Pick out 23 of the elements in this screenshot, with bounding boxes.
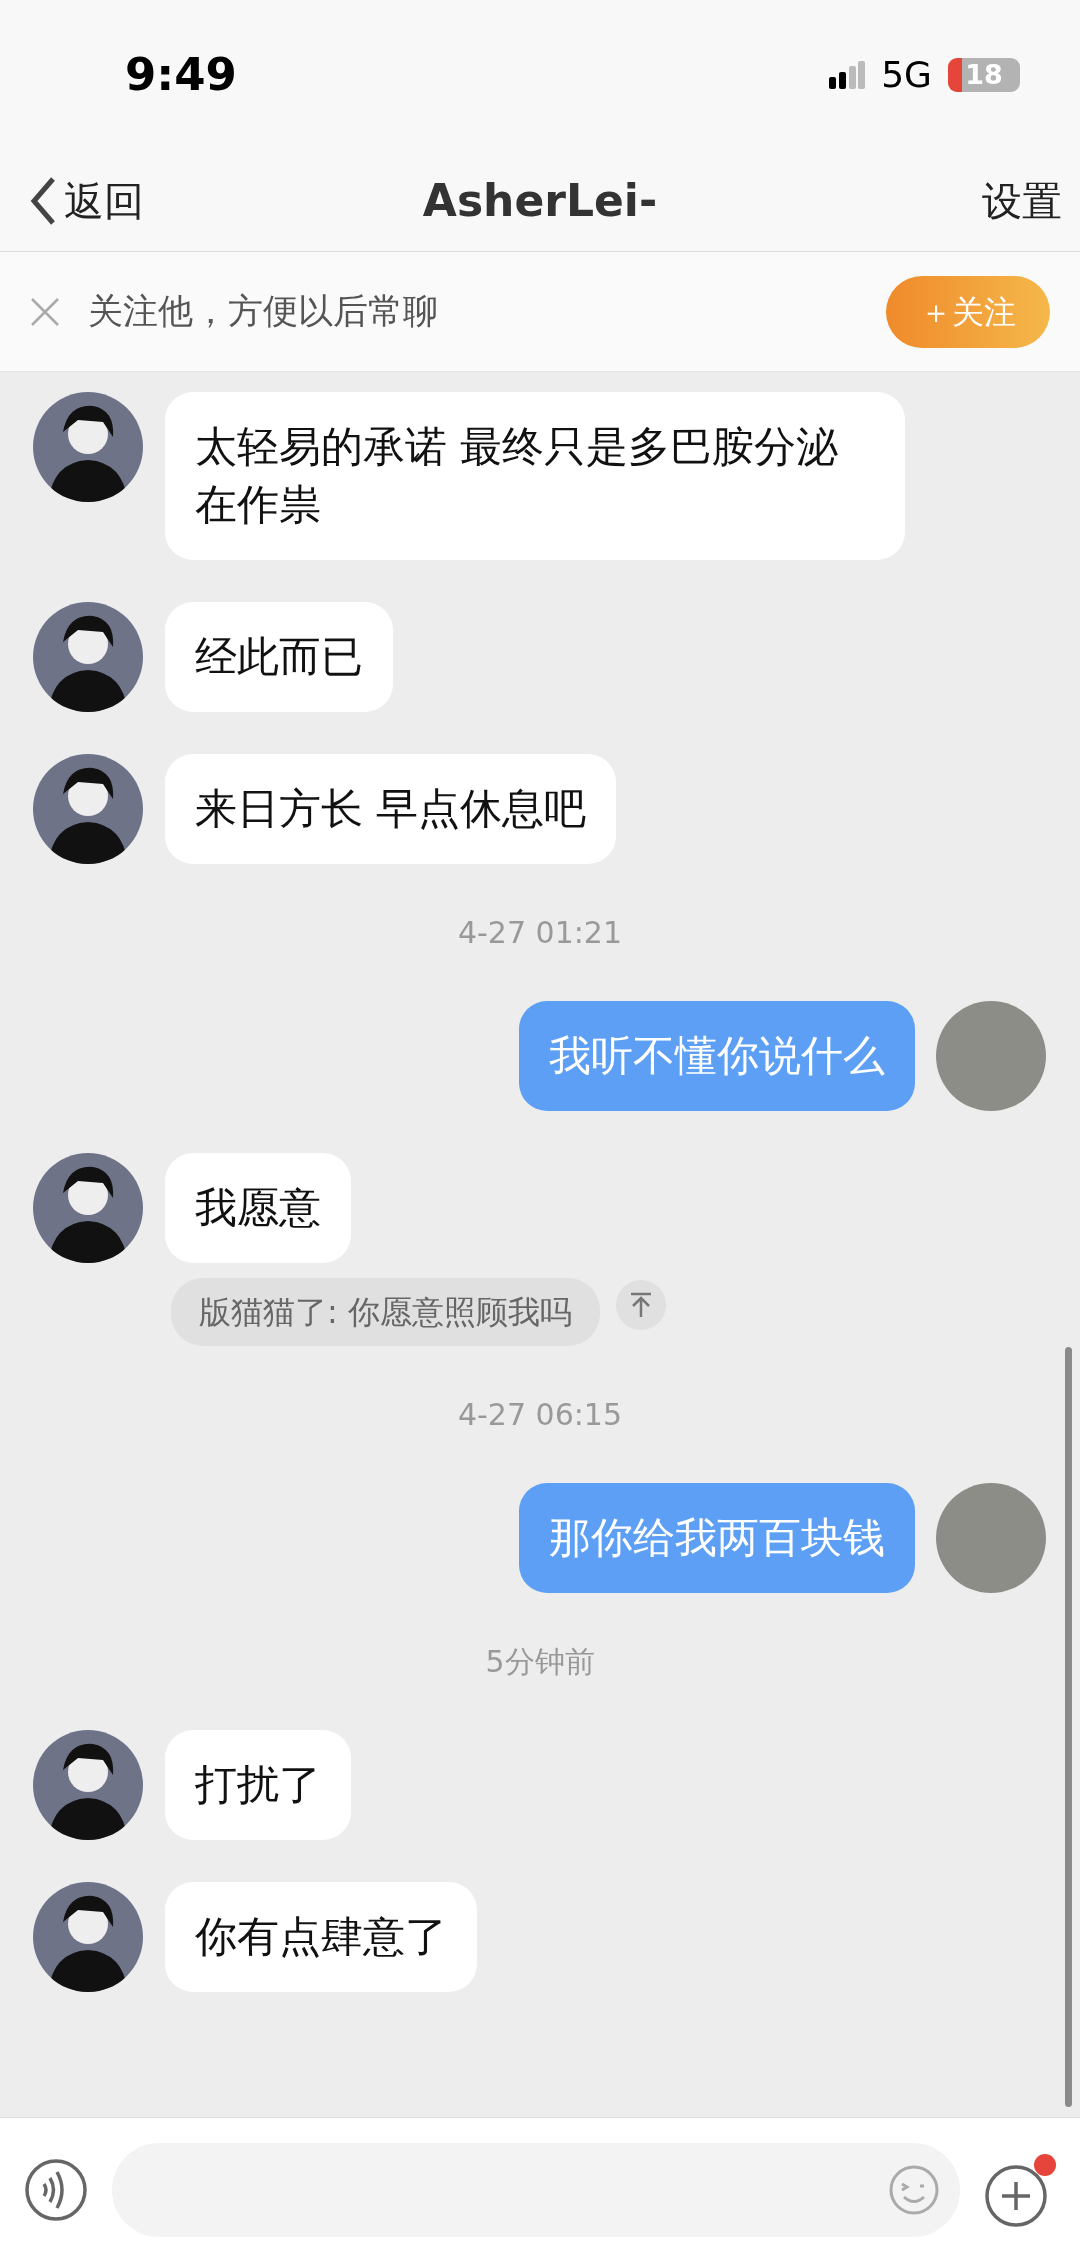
back-button[interactable]: 返回	[30, 170, 144, 231]
message-bubble: 那你给我两百块钱	[519, 1483, 915, 1593]
voice-icon[interactable]	[24, 2157, 88, 2222]
follow-prompt: 关注他，方便以后常聊	[88, 290, 438, 334]
message-bubble: 我愿意	[165, 1153, 351, 1263]
message-bubble: 我听不懂你说什么	[519, 1001, 915, 1111]
timestamp: 4-27 01:21	[457, 915, 623, 950]
plus-icon	[984, 2163, 1048, 2228]
timestamp: 5分钟前	[485, 1644, 595, 1679]
message-bubble: 打扰了	[165, 1730, 351, 1840]
message-bubble: 经此而已	[165, 602, 393, 712]
signal-icon	[829, 61, 866, 89]
timestamp: 4-27 06:15	[457, 1397, 623, 1432]
battery-indicator: 18	[948, 58, 1020, 92]
message-bubble: 你有点肆意了	[165, 1882, 477, 1992]
message-bubble: 太轻易的承诺 最终只是多巴胺分泌在作祟	[165, 392, 905, 560]
back-chevron-icon	[30, 175, 56, 226]
message-bubble: 来日方长 早点休息吧	[165, 754, 617, 864]
chat-title: AsherLei-	[422, 173, 658, 228]
quoted-message: 版猫猫了: 你愿意照顾我吗	[171, 1278, 600, 1346]
settings-button[interactable]: 设置	[982, 170, 1062, 231]
network-label: 5G	[881, 53, 932, 97]
status-time: 9:49	[125, 47, 237, 104]
